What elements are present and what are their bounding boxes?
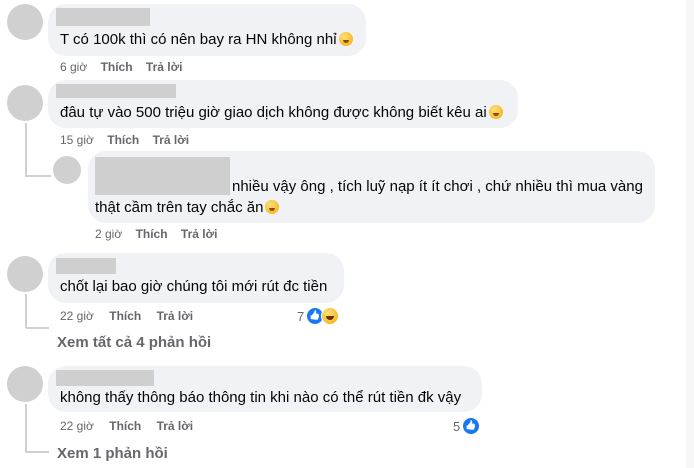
avatar[interactable] bbox=[7, 4, 43, 40]
avatar[interactable] bbox=[7, 366, 43, 402]
reaction-summary[interactable]: 7 bbox=[297, 307, 340, 325]
thread-connector bbox=[25, 451, 49, 453]
reply-button[interactable]: Trả lời bbox=[146, 60, 183, 74]
emoji-icon bbox=[488, 105, 503, 119]
comment-text: T có 100k thì có nên bay ra HN không nhỉ bbox=[60, 30, 353, 50]
like-button[interactable]: Thích bbox=[109, 419, 141, 433]
view-all-replies-link[interactable]: Xem tất cả 4 phản hồi bbox=[57, 334, 211, 351]
thread-line bbox=[25, 404, 27, 452]
avatar[interactable] bbox=[7, 256, 43, 292]
comment-meta: 15 giờ Thích Trả lời bbox=[60, 133, 189, 147]
scrollbar[interactable] bbox=[686, 0, 694, 468]
author-name-blurred[interactable] bbox=[56, 8, 150, 26]
thread-connector bbox=[25, 327, 49, 329]
thread-connector bbox=[25, 175, 51, 177]
comment-meta: 22 giờ Thích Trả lời bbox=[60, 419, 193, 433]
thread-line bbox=[25, 294, 27, 328]
emoji-icon bbox=[265, 200, 280, 214]
reply-button[interactable]: Trả lời bbox=[181, 227, 218, 241]
author-name-blurred[interactable] bbox=[95, 157, 230, 195]
reaction-summary[interactable]: 5 bbox=[453, 417, 481, 435]
reply-text-line2: thật cầm trên tay chắc ăn bbox=[95, 198, 280, 218]
author-name-blurred[interactable] bbox=[56, 84, 176, 98]
comment-time[interactable]: 2 giờ bbox=[95, 227, 122, 241]
avatar[interactable] bbox=[53, 156, 81, 184]
emoji-icon bbox=[338, 32, 353, 46]
reply-button[interactable]: Trả lời bbox=[157, 309, 194, 323]
comment-text: đâu tự vào 500 triệu giờ giao dịch không… bbox=[60, 103, 503, 123]
thread-line bbox=[25, 123, 27, 176]
like-button[interactable]: Thích bbox=[101, 60, 133, 74]
comment-time[interactable]: 6 giờ bbox=[60, 60, 87, 74]
like-button[interactable]: Thích bbox=[136, 227, 168, 241]
view-replies-link[interactable]: Xem 1 phản hồi bbox=[57, 445, 168, 462]
comment-time[interactable]: 22 giờ bbox=[60, 419, 94, 433]
author-name-blurred[interactable] bbox=[56, 370, 154, 386]
author-name-blurred[interactable] bbox=[56, 258, 116, 274]
comment-time[interactable]: 15 giờ bbox=[60, 133, 94, 147]
reply-button[interactable]: Trả lời bbox=[153, 133, 190, 147]
comment-time[interactable]: 22 giờ bbox=[60, 309, 94, 323]
avatar[interactable] bbox=[7, 85, 43, 121]
reaction-count: 5 bbox=[453, 418, 461, 434]
reply-text-line1: nhiều vậy ông , tích luỹ nạp ít ít chơi … bbox=[232, 178, 643, 195]
like-button[interactable]: Thích bbox=[109, 309, 141, 323]
reply-button[interactable]: Trả lời bbox=[157, 419, 194, 433]
like-button[interactable]: Thích bbox=[107, 133, 139, 147]
comment-meta: 6 giờ Thích Trả lời bbox=[60, 60, 182, 74]
haha-icon bbox=[321, 307, 340, 325]
comment-text: chốt lại bao giờ chúng tôi mới rút đc ti… bbox=[60, 278, 328, 295]
reaction-count: 7 bbox=[297, 308, 305, 324]
comment-text: không thấy thông báo thông tin khi nào c… bbox=[60, 389, 462, 406]
reply-meta: 2 giờ Thích Trả lời bbox=[95, 227, 217, 241]
like-icon bbox=[462, 417, 481, 435]
comment-meta: 22 giờ Thích Trả lời bbox=[60, 309, 193, 323]
